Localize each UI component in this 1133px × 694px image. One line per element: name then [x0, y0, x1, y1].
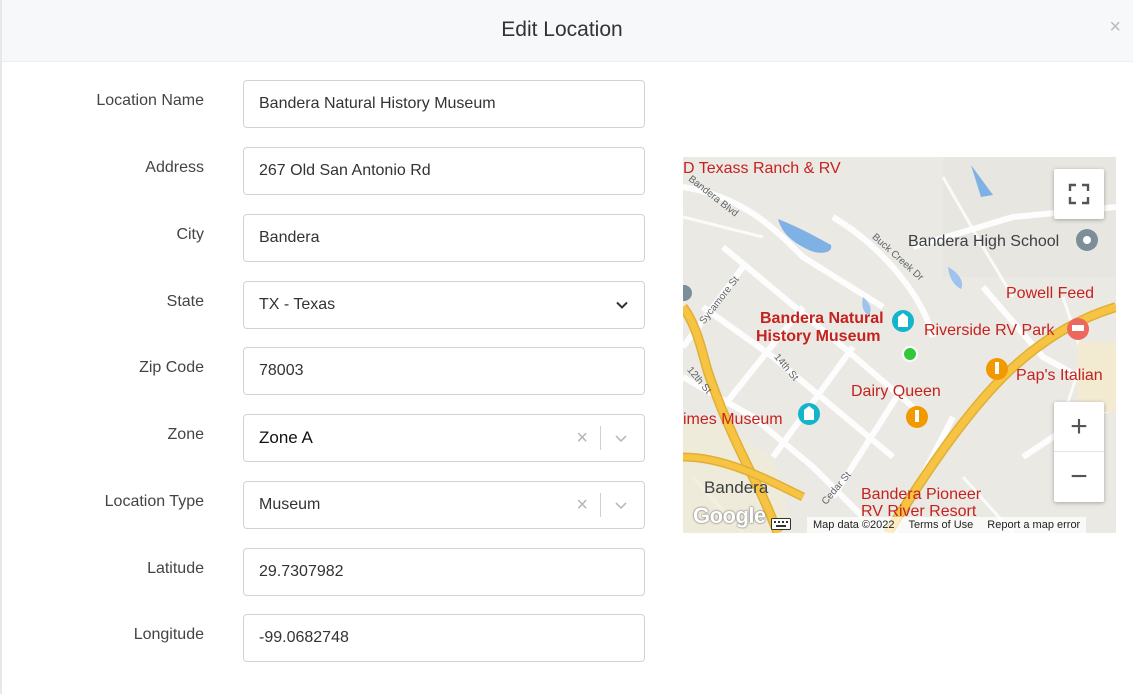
map-label-paps-italian: Pap's Italian — [1016, 367, 1103, 384]
city-input[interactable]: Bandera — [243, 214, 645, 262]
map-label-bandera: Bandera — [704, 478, 769, 497]
location-name-value: Bandera Natural History Museum — [259, 95, 496, 112]
location-type-row: Location Type Museum × — [2, 481, 662, 529]
zoom-controls: + − — [1054, 402, 1104, 502]
location-type-chevron-down-icon[interactable] — [613, 497, 629, 513]
longitude-value: -99.0682748 — [259, 629, 349, 646]
state-label: State — [166, 293, 204, 310]
report-map-error-link[interactable]: Report a map error — [987, 519, 1080, 531]
fullscreen-icon — [1068, 183, 1090, 205]
map-background — [683, 157, 1116, 533]
map-label-powell-feed: Powell Feed — [1006, 285, 1095, 302]
zip-value: 78003 — [259, 362, 304, 379]
zoom-out-button[interactable]: − — [1054, 452, 1104, 502]
map-label-museum-line1: Bandera Natural — [760, 310, 884, 327]
zone-select[interactable]: Zone A × — [243, 414, 645, 462]
google-logo[interactable]: Google — [693, 503, 766, 529]
location-type-separator — [600, 493, 601, 517]
city-label: City — [176, 226, 204, 243]
address-input[interactable]: 267 Old San Antonio Rd — [243, 147, 645, 195]
modal-title: Edit Location — [501, 18, 623, 41]
location-name-label: Location Name — [96, 92, 204, 109]
city-value: Bandera — [259, 229, 320, 246]
longitude-label: Longitude — [133, 626, 204, 643]
map-label-museum-line2: History Museum — [756, 328, 881, 345]
edit-location-modal: Edit Location × Location Name Bandera Na… — [0, 0, 1133, 694]
location-type-label: Location Type — [104, 493, 204, 510]
terms-of-use-link[interactable]: Terms of Use — [909, 519, 974, 531]
address-value: 267 Old San Antonio Rd — [259, 162, 431, 179]
state-value: TX - Texas — [259, 296, 336, 313]
zone-label: Zone — [167, 426, 204, 443]
close-button[interactable]: × — [1109, 17, 1121, 37]
state-row: State TX - Texas — [2, 281, 662, 329]
zone-separator — [600, 426, 601, 450]
zip-label: Zip Code — [139, 359, 204, 376]
map-data-text: Map data ©2022 — [813, 519, 895, 531]
location-name-input[interactable]: Bandera Natural History Museum — [243, 80, 645, 128]
longitude-row: Longitude -99.0682748 — [2, 614, 662, 662]
latitude-value: 29.7307982 — [259, 563, 344, 580]
map-label-riverside-rv: Riverside RV Park — [924, 322, 1055, 339]
address-label: Address — [145, 159, 204, 176]
map-label-pioneer-line1: Bandera Pioneer — [861, 486, 982, 503]
map-footer: Map data ©2022 Terms of Use Report a map… — [807, 517, 1087, 533]
longitude-input[interactable]: -99.0682748 — [243, 614, 645, 662]
map-label-high-school: Bandera High School — [908, 233, 1060, 250]
location-type-clear-icon[interactable]: × — [576, 495, 588, 515]
zone-chevron-down-icon[interactable] — [613, 430, 629, 446]
modal-header: Edit Location × — [2, 0, 1133, 62]
location-name-row: Location Name Bandera Natural History Mu… — [2, 80, 662, 128]
fullscreen-button[interactable] — [1054, 169, 1104, 219]
city-row: City Bandera — [2, 214, 662, 262]
zone-clear-icon[interactable]: × — [576, 428, 588, 448]
zone-value: Zone A — [259, 428, 313, 447]
location-type-value: Museum — [259, 496, 321, 513]
location-type-select[interactable]: Museum × — [243, 481, 645, 529]
museum-pin-icon — [892, 310, 914, 332]
map-label-dairy-queen: Dairy Queen — [851, 383, 941, 400]
zone-row: Zone Zone A × — [2, 414, 662, 462]
keyboard-icon[interactable] — [771, 518, 791, 530]
address-row: Address 267 Old San Antonio Rd — [2, 147, 662, 195]
state-select[interactable]: TX - Texas — [243, 281, 645, 329]
zip-row: Zip Code 78003 — [2, 347, 662, 395]
latitude-input[interactable]: 29.7307982 — [243, 548, 645, 596]
latitude-label: Latitude — [147, 560, 204, 577]
chevron-down-icon — [616, 301, 628, 309]
map-label-times-museum: imes Museum — [683, 411, 783, 428]
zoom-in-button[interactable]: + — [1054, 402, 1104, 452]
zip-input[interactable]: 78003 — [243, 347, 645, 395]
latitude-row: Latitude 29.7307982 — [2, 548, 662, 596]
location-map[interactable]: D Texass Ranch & RV Bandera High School … — [683, 157, 1116, 533]
map-label-texas-ranch: D Texass Ranch & RV — [683, 160, 841, 177]
